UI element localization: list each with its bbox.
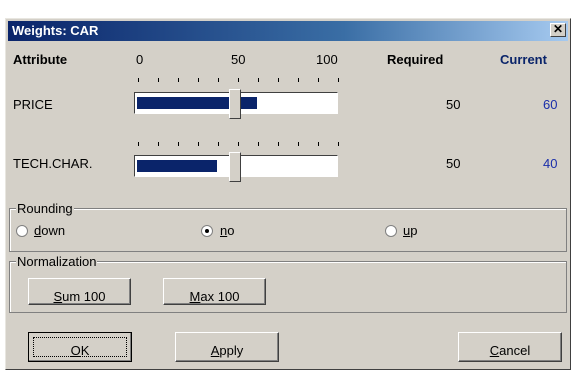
slider-tick bbox=[258, 78, 259, 82]
slider-tick bbox=[258, 142, 259, 146]
slider-tick bbox=[238, 142, 239, 146]
slider-tick bbox=[338, 142, 339, 146]
normalization-group: Normalization Sum 100 Max 100 bbox=[9, 254, 567, 313]
close-icon: ✕ bbox=[552, 22, 564, 36]
weights-dialog: Weights: CAR ✕ Attribute 0 50 100 Requir… bbox=[5, 18, 571, 370]
rounding-no-label[interactable]: no bbox=[220, 223, 234, 238]
required-value-tech-char: 50 bbox=[446, 156, 461, 171]
slider-tick bbox=[238, 78, 239, 82]
current-header: Current bbox=[500, 52, 547, 67]
slider-thumb-tech-char[interactable] bbox=[229, 152, 241, 182]
slider-tick bbox=[158, 142, 159, 146]
slider-tick bbox=[338, 78, 339, 82]
slider-tick bbox=[278, 78, 279, 82]
normalization-title: Normalization bbox=[16, 254, 98, 269]
window-title: Weights: CAR bbox=[12, 23, 99, 38]
slider-ticks-tech bbox=[136, 140, 340, 146]
slider-tick bbox=[198, 78, 199, 82]
rounding-title: Rounding bbox=[16, 201, 74, 216]
slider-tick bbox=[178, 142, 179, 146]
slider-tick bbox=[298, 78, 299, 82]
slider-tick bbox=[138, 142, 139, 146]
current-value-tech-char: 40 bbox=[543, 156, 558, 171]
max-100-button[interactable]: Max 100 bbox=[163, 278, 266, 305]
attribute-label-tech-char: TECH.CHAR. bbox=[13, 156, 93, 171]
slider-price[interactable] bbox=[134, 89, 338, 119]
current-weight-bar-tech-char bbox=[137, 160, 217, 172]
slider-tech-char[interactable] bbox=[134, 152, 338, 182]
rounding-group: Rounding down no up bbox=[9, 201, 567, 252]
attribute-header: Attribute bbox=[13, 52, 68, 67]
rounding-down-label[interactable]: down bbox=[34, 223, 65, 238]
slider-tick bbox=[278, 142, 279, 146]
scale-max-label: 100 bbox=[316, 52, 338, 67]
rounding-no-radio[interactable] bbox=[201, 225, 213, 237]
slider-tick bbox=[198, 142, 199, 146]
slider-tick bbox=[218, 78, 219, 82]
rounding-up-radio[interactable] bbox=[385, 225, 397, 237]
slider-ticks-price bbox=[136, 76, 340, 82]
slider-tick bbox=[138, 78, 139, 82]
rounding-up-label[interactable]: up bbox=[403, 223, 417, 238]
required-value-price: 50 bbox=[446, 97, 461, 112]
slider-tick bbox=[178, 78, 179, 82]
title-bar[interactable]: Weights: CAR ✕ bbox=[8, 21, 568, 41]
current-value-price: 60 bbox=[543, 97, 558, 112]
slider-tick bbox=[218, 142, 219, 146]
close-button[interactable]: ✕ bbox=[550, 23, 566, 37]
slider-tick bbox=[298, 142, 299, 146]
slider-thumb-price[interactable] bbox=[229, 89, 241, 119]
slider-tick bbox=[158, 78, 159, 82]
slider-tick bbox=[318, 78, 319, 82]
apply-button[interactable]: Apply bbox=[175, 332, 279, 362]
scale-min-label: 0 bbox=[136, 52, 144, 67]
slider-tick bbox=[318, 142, 319, 146]
ok-button[interactable]: OK bbox=[28, 332, 132, 362]
required-header: Required bbox=[387, 52, 444, 67]
cancel-button[interactable]: Cancel bbox=[458, 332, 562, 362]
sum-100-button[interactable]: Sum 100 bbox=[28, 278, 131, 305]
attribute-label-price: PRICE bbox=[13, 97, 53, 112]
scale-mid-label: 50 bbox=[231, 52, 246, 67]
rounding-down-radio[interactable] bbox=[16, 225, 28, 237]
